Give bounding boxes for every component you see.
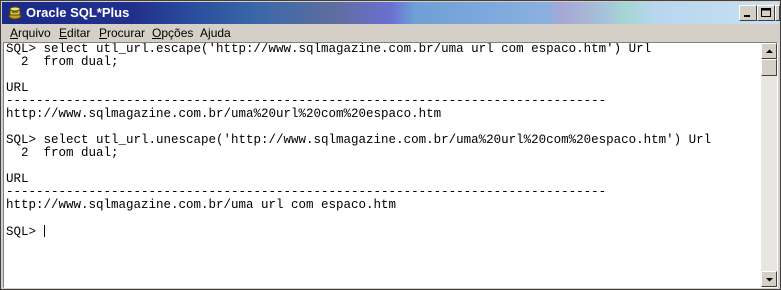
menu-editar[interactable]: Editar [59, 26, 90, 40]
console-area[interactable]: SQL> select utl_url.escape('http://www.s… [3, 42, 778, 288]
menu-arquivo[interactable]: Arquivo [10, 26, 51, 40]
title-bar[interactable]: Oracle SQL*Plus [2, 2, 780, 24]
arrow-down-icon [766, 278, 773, 282]
vertical-scrollbar[interactable] [761, 43, 777, 287]
console-line: http://www.sqlmagazine.com.br/uma url co… [6, 198, 397, 212]
menu-ajuda[interactable]: Ajuda [200, 26, 231, 40]
menu-opcoes[interactable]: Opções [152, 26, 193, 40]
console-output[interactable]: SQL> select utl_url.escape('http://www.s… [6, 43, 762, 287]
sqlplus-app-icon[interactable] [7, 5, 23, 21]
scroll-up-button[interactable] [761, 43, 777, 59]
arrow-up-icon [766, 49, 773, 53]
scroll-thumb[interactable] [761, 59, 777, 76]
sql-prompt: SQL> [6, 225, 44, 239]
sqlplus-window: Oracle SQL*Plus Arquivo Editar Procurar … [0, 0, 781, 290]
close-button[interactable] [775, 5, 780, 21]
maximize-button[interactable] [757, 5, 775, 21]
menu-procurar[interactable]: Procurar [99, 26, 145, 40]
maximize-icon [761, 8, 771, 17]
close-icon [776, 6, 780, 20]
minimize-icon [744, 15, 750, 17]
console-prompt-line[interactable]: SQL> [6, 225, 762, 239]
text-cursor [43, 225, 45, 237]
console-line: SQL> select utl_url.unescape('http://www… [6, 133, 712, 147]
window-title: Oracle SQL*Plus [26, 5, 130, 20]
console-line: 2 from dual; [6, 55, 119, 69]
console-line: 2 from dual; [6, 146, 119, 160]
scroll-down-button[interactable] [761, 271, 777, 287]
console-line: SQL> select utl_url.escape('http://www.s… [6, 43, 652, 56]
minimize-button[interactable] [739, 5, 757, 21]
console-line: http://www.sqlmagazine.com.br/uma%20url%… [6, 107, 442, 121]
menu-bar: Arquivo Editar Procurar Opções Ajuda [2, 24, 779, 42]
